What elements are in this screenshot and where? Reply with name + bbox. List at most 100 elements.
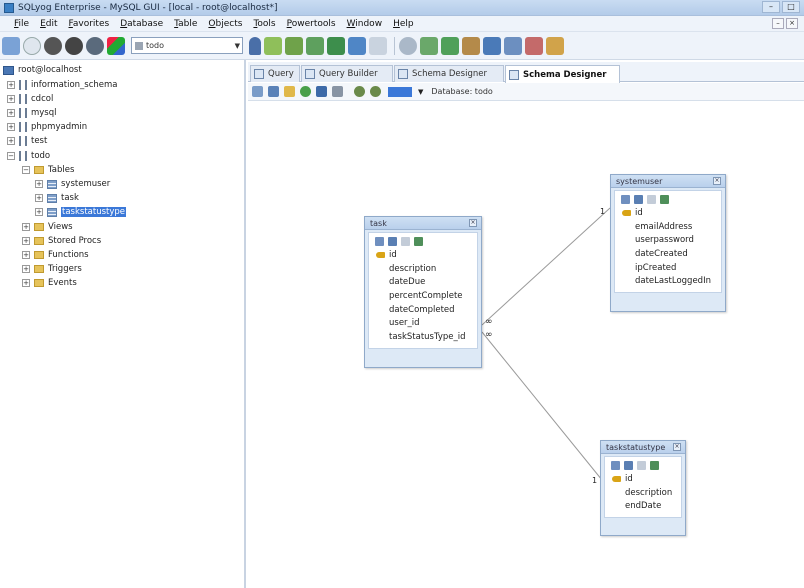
expand-icon[interactable]: + bbox=[7, 137, 15, 145]
new-connection-icon[interactable] bbox=[23, 36, 41, 55]
tree-table-taskstatustype[interactable]: + taskstatustype bbox=[35, 205, 126, 219]
expand-icon[interactable]: + bbox=[22, 223, 30, 231]
entity-taskstatustype[interactable]: taskstatustype × id description endDate bbox=[600, 440, 686, 536]
tree-db-information-schema[interactable]: + information_schema bbox=[7, 78, 118, 92]
tree-root[interactable]: root@localhost bbox=[3, 63, 82, 77]
field-row[interactable]: description bbox=[369, 262, 477, 276]
tree-folder-events[interactable]: + Events bbox=[22, 276, 77, 290]
tab-query[interactable]: Query bbox=[250, 65, 300, 82]
expand-icon[interactable]: + bbox=[35, 180, 43, 188]
import-icon[interactable] bbox=[420, 36, 438, 55]
tree-db-todo[interactable]: − todo bbox=[7, 149, 50, 163]
print-icon[interactable] bbox=[332, 86, 343, 97]
schema-icon[interactable] bbox=[348, 36, 366, 55]
field-row[interactable]: dateLastLoggedIn bbox=[615, 274, 721, 288]
menu-powertools[interactable]: Powertools bbox=[287, 19, 336, 29]
tab-schema-designer[interactable]: Schema Designer bbox=[394, 65, 504, 82]
remove-table-icon[interactable] bbox=[268, 86, 279, 97]
expand-icon[interactable]: + bbox=[35, 194, 43, 202]
save-icon[interactable] bbox=[316, 86, 327, 97]
grid-icon[interactable] bbox=[327, 36, 345, 55]
mdi-close-button[interactable]: × bbox=[786, 18, 798, 29]
zoom-out-icon[interactable] bbox=[370, 86, 381, 97]
schema-canvas[interactable]: 1 1 ∞ ∞ task × id description dateDue pe… bbox=[248, 102, 804, 588]
tree-table-systemuser[interactable]: + systemuser bbox=[35, 177, 110, 191]
tree-folder-functions[interactable]: + Functions bbox=[22, 248, 89, 262]
menu-objects[interactable]: Objects bbox=[208, 19, 242, 29]
execute-all-icon[interactable] bbox=[285, 36, 303, 55]
restore-icon[interactable] bbox=[483, 36, 501, 55]
maximize-button[interactable]: □ bbox=[782, 1, 800, 13]
tree-db-cdcol[interactable]: + cdcol bbox=[7, 92, 53, 106]
index-icon[interactable] bbox=[624, 461, 633, 470]
disconnect-icon[interactable] bbox=[44, 36, 62, 55]
connect-icon[interactable] bbox=[2, 36, 20, 55]
stop-icon[interactable] bbox=[65, 36, 83, 55]
tree-db-mysql[interactable]: + mysql bbox=[7, 106, 57, 120]
expand-icon[interactable]: + bbox=[22, 237, 30, 245]
index-icon[interactable] bbox=[388, 237, 397, 246]
collapse-icon[interactable]: − bbox=[7, 152, 15, 160]
field-row[interactable]: description bbox=[605, 486, 681, 500]
execute-query-icon[interactable] bbox=[264, 36, 282, 55]
menu-file[interactable]: File bbox=[14, 19, 29, 29]
tree-folder-triggers[interactable]: + Triggers bbox=[22, 262, 82, 276]
user-icon[interactable] bbox=[249, 36, 261, 55]
sync-icon[interactable] bbox=[441, 36, 459, 55]
menu-tools[interactable]: Tools bbox=[253, 19, 275, 29]
field-row[interactable]: id bbox=[615, 206, 721, 220]
folder-open-icon[interactable] bbox=[284, 86, 295, 97]
entity-header[interactable]: task × bbox=[365, 217, 481, 230]
expand-icon[interactable]: + bbox=[22, 265, 30, 273]
add-table-icon[interactable] bbox=[252, 86, 263, 97]
field-row[interactable]: userpassword bbox=[615, 233, 721, 247]
field-row[interactable]: dateCompleted bbox=[369, 303, 477, 317]
close-icon[interactable]: × bbox=[469, 219, 477, 227]
menu-help[interactable]: Help bbox=[393, 19, 414, 29]
field-row[interactable]: taskStatusType_id bbox=[369, 330, 477, 344]
entity-header[interactable]: taskstatustype × bbox=[601, 441, 685, 454]
expand-icon[interactable]: + bbox=[22, 279, 30, 287]
expand-icon[interactable]: + bbox=[7, 95, 15, 103]
columns-icon[interactable] bbox=[401, 237, 410, 246]
tree-folder-tables[interactable]: − Tables bbox=[22, 163, 74, 177]
tab-query-builder[interactable]: Query Builder bbox=[301, 65, 393, 82]
field-row[interactable]: user_id bbox=[369, 316, 477, 330]
entity-header[interactable]: systemuser × bbox=[611, 175, 725, 188]
zoom-in-icon[interactable] bbox=[354, 86, 365, 97]
field-row[interactable]: ipCreated bbox=[615, 261, 721, 275]
columns-icon[interactable] bbox=[369, 36, 387, 55]
edit-icon[interactable] bbox=[621, 195, 630, 204]
edit-icon[interactable] bbox=[375, 237, 384, 246]
menu-database[interactable]: Database bbox=[120, 19, 163, 29]
field-row[interactable]: emailAddress bbox=[615, 220, 721, 234]
expand-icon[interactable]: + bbox=[7, 81, 15, 89]
collapse-icon[interactable]: − bbox=[22, 166, 30, 174]
scheduler-icon[interactable] bbox=[546, 36, 564, 55]
field-row[interactable]: endDate bbox=[605, 499, 681, 513]
report-icon[interactable] bbox=[525, 36, 543, 55]
backup-icon[interactable] bbox=[462, 36, 480, 55]
mdi-minimize-button[interactable]: – bbox=[772, 18, 784, 29]
tree-table-task[interactable]: + task bbox=[35, 191, 79, 205]
entity-task[interactable]: task × id description dateDue percentCom… bbox=[364, 216, 482, 368]
palette-icon[interactable] bbox=[107, 36, 125, 55]
table-data-icon[interactable] bbox=[306, 36, 324, 55]
database-select[interactable]: todo ▼ bbox=[131, 37, 243, 54]
columns-icon[interactable] bbox=[647, 195, 656, 204]
field-row[interactable]: id bbox=[369, 248, 477, 262]
relation-icon[interactable] bbox=[660, 195, 669, 204]
edit-icon[interactable] bbox=[611, 461, 620, 470]
field-row[interactable]: id bbox=[605, 472, 681, 486]
expand-icon[interactable]: + bbox=[7, 123, 15, 131]
field-row[interactable]: dateDue bbox=[369, 275, 477, 289]
gear-icon[interactable] bbox=[399, 36, 417, 55]
close-icon[interactable]: × bbox=[713, 177, 721, 185]
close-icon[interactable]: × bbox=[673, 443, 681, 451]
tree-db-test[interactable]: + test bbox=[7, 134, 47, 148]
tab-schema-designer-active[interactable]: Schema Designer bbox=[505, 65, 620, 83]
chevron-down-icon[interactable]: ▼ bbox=[418, 88, 423, 96]
menu-edit[interactable]: Edit bbox=[40, 19, 57, 29]
relation-icon[interactable] bbox=[650, 461, 659, 470]
index-icon[interactable] bbox=[634, 195, 643, 204]
